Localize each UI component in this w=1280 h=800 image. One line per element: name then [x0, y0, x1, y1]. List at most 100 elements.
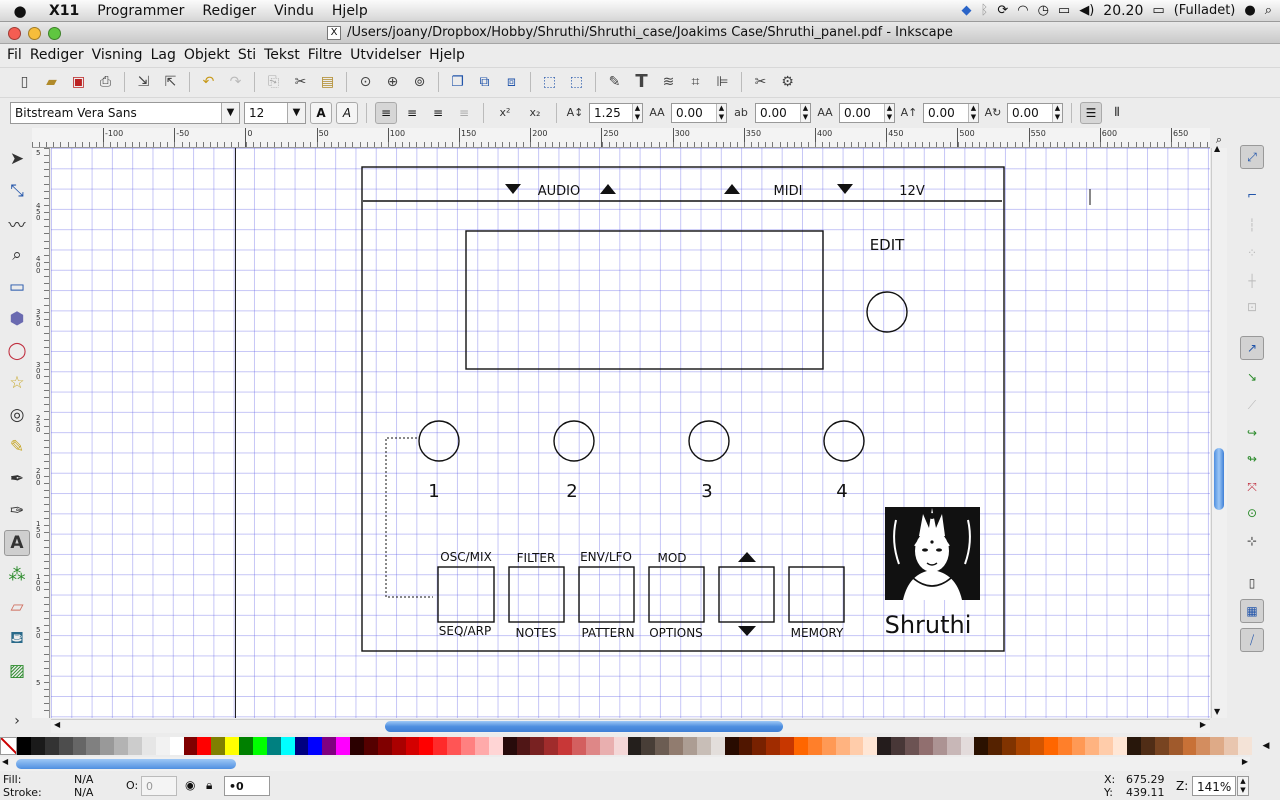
color-swatch[interactable] [627, 737, 642, 755]
color-swatch[interactable] [835, 737, 850, 755]
color-swatch[interactable] [794, 737, 808, 755]
color-swatch[interactable] [280, 737, 295, 755]
eraser-tool-icon[interactable]: ▱ [4, 594, 30, 620]
opacity-input[interactable]: 0 [141, 776, 177, 796]
import-icon[interactable]: ⇲ [131, 69, 156, 94]
horizontal-scrollbar[interactable]: ◀ ▶ [51, 719, 1210, 733]
spotlight-icon[interactable]: ⌕ [1265, 3, 1272, 18]
spin-arrows-icon[interactable]: ▲ ▼ [632, 103, 642, 122]
panel-drawing[interactable]: AUDIO MIDI 12V EDIT 1 2 3 4 OSC/MIX FILT… [51, 148, 1210, 718]
color-swatch[interactable] [530, 737, 545, 755]
subscript-button[interactable]: x₂ [522, 106, 548, 119]
color-swatch[interactable] [350, 737, 364, 755]
menu-hjelp[interactable]: Hjelp [425, 47, 469, 63]
color-swatch[interactable] [821, 737, 836, 755]
color-swatch[interactable] [183, 737, 198, 755]
snap-bbox-midpoint-icon[interactable]: ┼ [1240, 269, 1264, 293]
text-font-icon[interactable]: T [629, 69, 654, 94]
snap-smooth-node-icon[interactable]: ↬ [1240, 447, 1264, 471]
line-spacing-input[interactable]: 1.25 ▲ ▼ [589, 102, 643, 123]
color-swatch[interactable] [960, 737, 975, 755]
pencil-tool-icon[interactable]: ✎ [4, 434, 30, 460]
new-document-icon[interactable]: ▯ [12, 69, 37, 94]
user-icon[interactable]: ● [1244, 3, 1255, 18]
edit-encoder[interactable] [866, 291, 908, 333]
chevron-down-icon[interactable]: ▼ [221, 102, 239, 123]
color-swatch[interactable] [1057, 737, 1072, 755]
unlink-clone-icon[interactable]: ⧈ [499, 69, 524, 94]
color-swatch[interactable] [752, 737, 767, 755]
fill-stroke-icon[interactable]: ✎ [602, 69, 627, 94]
color-swatch[interactable] [974, 737, 989, 755]
pen-tool-icon[interactable]: ✒ [4, 466, 30, 492]
eye-visibility-icon[interactable]: ◉ [185, 778, 195, 792]
stroke-indicator[interactable]: N/A [74, 786, 93, 799]
calligraphy-tool-icon[interactable]: ✑ [4, 498, 30, 524]
button-filter[interactable] [508, 566, 565, 623]
button-osc-mix[interactable] [437, 566, 495, 623]
menu-utvidelser[interactable]: Utvidelser [346, 47, 425, 63]
selector-tool-icon[interactable]: ➤ [4, 146, 30, 172]
color-swatch[interactable] [988, 737, 1003, 755]
clone-icon[interactable]: ⧉ [472, 69, 497, 94]
palette-scroll-left-icon[interactable]: ◀ [2, 757, 8, 766]
clock[interactable]: 20.20 [1103, 3, 1143, 19]
font-size-combo[interactable]: 12 ▼ [244, 101, 306, 124]
color-swatch[interactable] [710, 737, 725, 755]
document-properties-icon[interactable]: ⚙ [775, 69, 800, 94]
color-swatch[interactable] [488, 737, 503, 755]
color-swatch[interactable] [780, 737, 794, 755]
color-swatch[interactable] [1238, 737, 1252, 755]
menu-tekst[interactable]: Tekst [260, 47, 304, 63]
dy-input[interactable]: 0.00 ▲ ▼ [923, 102, 979, 123]
menu-fil[interactable]: Fil [3, 47, 26, 63]
snap-midpoint-icon[interactable]: ⤧ [1240, 475, 1264, 499]
align-distribute-icon[interactable]: ⊫ [710, 69, 735, 94]
zoom-input[interactable]: 141% [1192, 776, 1236, 796]
menu-filtre[interactable]: Filtre [304, 47, 346, 63]
button-arrow[interactable] [718, 566, 775, 623]
color-swatch[interactable] [544, 737, 559, 755]
button-mod[interactable] [648, 566, 705, 623]
color-swatch[interactable] [1196, 737, 1211, 755]
color-swatch[interactable] [211, 737, 226, 755]
color-swatch[interactable] [724, 737, 739, 755]
layers-icon[interactable]: ≋ [656, 69, 681, 94]
snap-path-icon[interactable]: ↘ [1240, 365, 1264, 389]
scroll-right-arrow-icon[interactable]: ▶ [1200, 720, 1206, 729]
zoom-drawing-icon[interactable]: ⊕ [380, 69, 405, 94]
open-folder-icon[interactable]: ▰ [39, 69, 64, 94]
volume-icon[interactable]: ◀) [1079, 3, 1094, 18]
color-swatch[interactable] [225, 737, 239, 755]
export-icon[interactable]: ⇱ [158, 69, 183, 94]
color-swatch[interactable] [155, 737, 170, 755]
color-swatch[interactable] [239, 737, 253, 755]
color-swatch[interactable] [696, 737, 711, 755]
vertical-scroll-thumb[interactable] [1214, 448, 1224, 510]
color-swatch[interactable] [17, 737, 31, 755]
knob-3[interactable] [688, 420, 730, 462]
color-swatch[interactable] [572, 737, 586, 755]
menu-rediger[interactable]: Rediger [26, 47, 88, 63]
menu-lag[interactable]: Lag [147, 47, 180, 63]
color-swatch[interactable] [558, 737, 572, 755]
gradient-tool-icon[interactable]: ▨ [4, 658, 30, 684]
menubar-item-vindu[interactable]: Vindu [265, 3, 323, 19]
scroll-left-arrow-icon[interactable]: ◀ [54, 720, 60, 729]
color-swatch[interactable] [1224, 737, 1238, 755]
snap-bbox-edge-icon[interactable]: ┆ [1240, 213, 1264, 237]
zoom-tool-icon[interactable]: ⌕ [4, 242, 30, 268]
color-swatch[interactable] [474, 737, 489, 755]
color-swatch[interactable] [766, 737, 781, 755]
italic-button[interactable]: A [336, 101, 358, 124]
vertical-scrollbar[interactable]: ▲ ▼ [1211, 144, 1227, 718]
color-swatch[interactable] [30, 737, 45, 755]
color-swatch[interactable] [169, 737, 184, 755]
spiral-tool-icon[interactable]: ◎ [4, 402, 30, 428]
color-swatch[interactable] [1029, 737, 1044, 755]
lock-icon[interactable]: 🔒︎ [206, 778, 212, 793]
cut-icon[interactable]: ✂ [288, 69, 313, 94]
battery-status[interactable]: (Fulladet) [1174, 3, 1236, 18]
palette-scrollbar[interactable]: ◀ ▶ [0, 757, 1250, 771]
color-swatch[interactable] [1140, 737, 1155, 755]
